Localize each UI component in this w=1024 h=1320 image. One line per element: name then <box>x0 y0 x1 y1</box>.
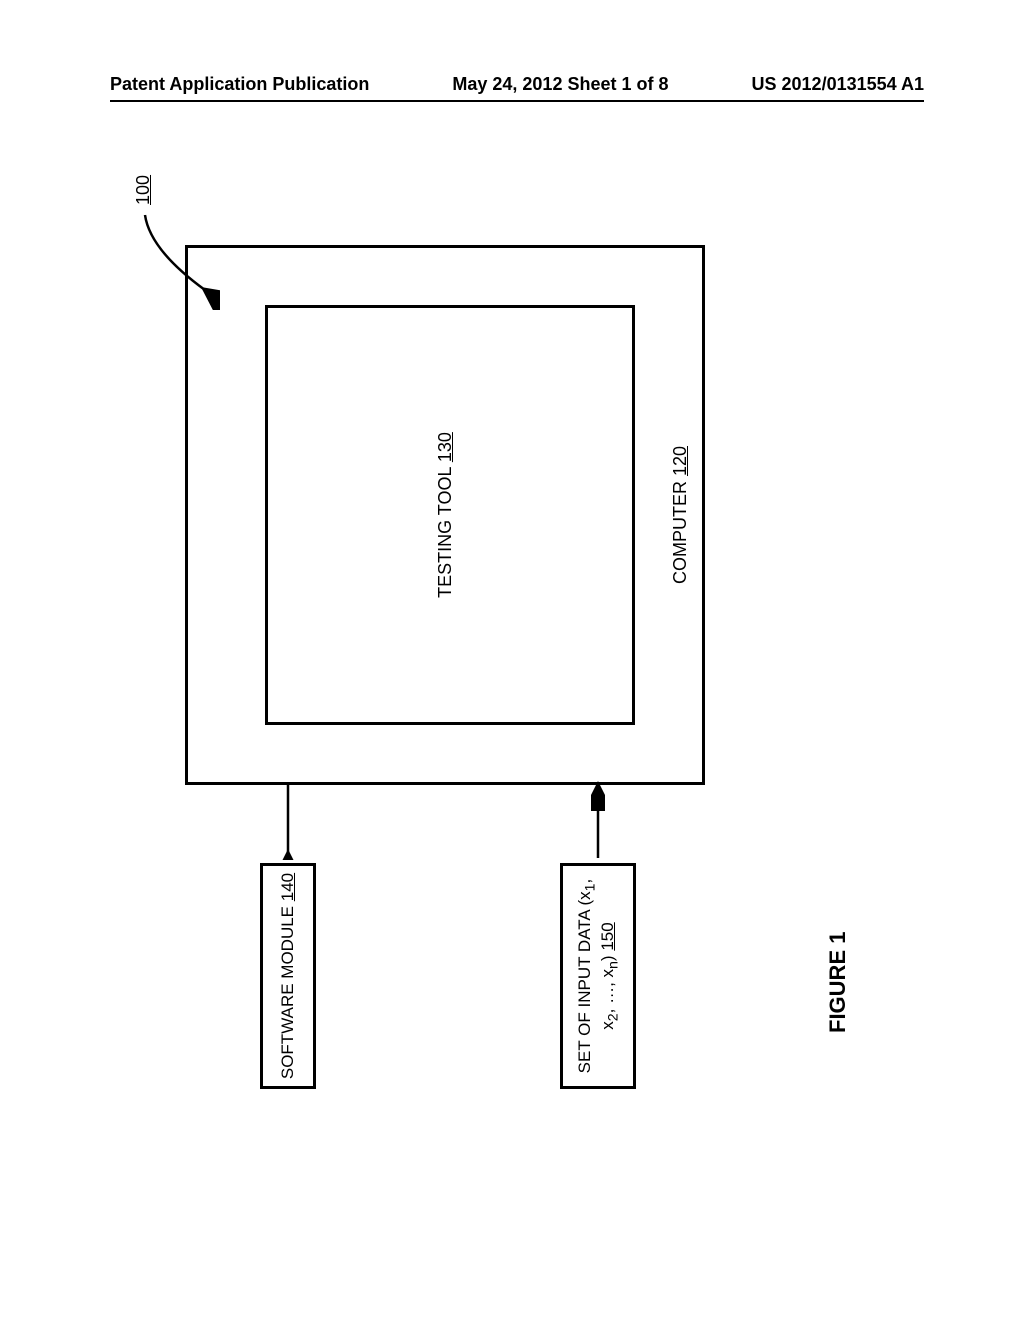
header-date-sheet: May 24, 2012 Sheet 1 of 8 <box>452 74 668 95</box>
ref-140: 140 <box>278 873 297 901</box>
ref-120: 120 <box>670 446 690 476</box>
figure-container: FIGURE 1 100 COMPUTER 120 TESTING TOOL 1… <box>125 145 885 1185</box>
ref-150: 150 <box>598 922 617 950</box>
header-publication: Patent Application Publication <box>110 74 369 95</box>
page-header: Patent Application Publication May 24, 2… <box>110 74 924 95</box>
header-rule <box>110 100 924 102</box>
testing-tool-label: TESTING TOOL 130 <box>435 305 456 725</box>
ref-100: 100 <box>133 175 154 205</box>
figure-canvas: FIGURE 1 100 COMPUTER 120 TESTING TOOL 1… <box>125 145 885 1185</box>
software-module-box: SOFTWARE MODULE 140 <box>260 863 316 1089</box>
ref-130: 130 <box>435 432 455 462</box>
arrow-from-input-icon <box>591 780 605 860</box>
input-data-box: SET OF INPUT DATA (x1, x2, …, xn) 150 <box>560 863 636 1089</box>
computer-label: COMPUTER 120 <box>670 245 691 785</box>
header-pub-number: US 2012/0131554 A1 <box>752 74 924 95</box>
arrow-to-software-icon <box>281 780 295 860</box>
figure-label: FIGURE 1 <box>825 932 851 1033</box>
